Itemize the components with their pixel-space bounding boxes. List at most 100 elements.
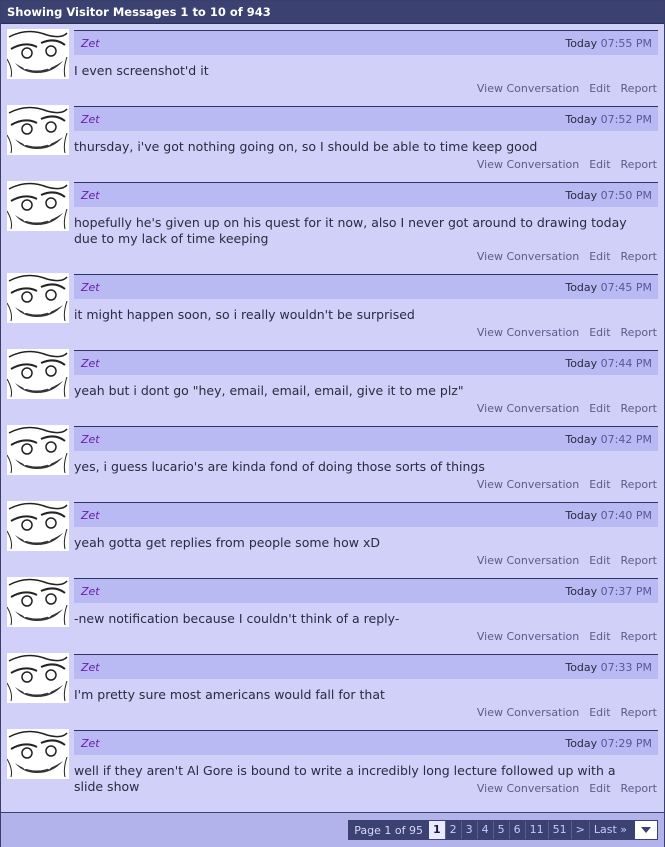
timestamp: Today 07:33 PM [565,661,652,674]
avatar[interactable] [7,425,69,475]
message-text: yes, i guess lucario's are kinda fond of… [74,459,485,474]
report-link[interactable]: Report [621,82,657,95]
edit-link[interactable]: Edit [589,478,610,491]
avatar[interactable] [7,729,69,779]
edit-link[interactable]: Edit [589,326,610,339]
message-item: Zet Today 07:29 PM well if they aren't A… [1,724,664,800]
message-item: Zet Today 07:42 PM yes, i guess lucario'… [1,420,664,496]
report-link[interactable]: Report [621,158,657,171]
time-label: 07:40 PM [600,509,652,522]
page-link[interactable]: 51 [547,821,571,839]
username-link[interactable]: Zet [81,661,100,674]
avatar[interactable] [7,349,69,399]
timestamp: Today 07:45 PM [565,281,652,294]
view-conversation-link[interactable]: View Conversation [477,326,579,339]
page-link[interactable]: 6 [508,821,525,839]
avatar[interactable] [7,273,69,323]
timestamp: Today 07:52 PM [565,113,652,126]
avatar[interactable] [7,577,69,627]
message-text: yeah but i dont go "hey, email, email, e… [74,383,464,398]
view-conversation-link[interactable]: View Conversation [477,158,579,171]
view-conversation-link[interactable]: View Conversation [477,706,579,719]
view-conversation-link[interactable]: View Conversation [477,554,579,567]
time-label: 07:52 PM [600,113,652,126]
page-link-current[interactable]: 1 [428,821,445,839]
message-text: I'm pretty sure most americans would fal… [74,687,385,702]
avatar-sketch-icon [7,273,69,323]
edit-link[interactable]: Edit [589,158,610,171]
message-item: Zet Today 07:55 PM I even screenshot'd i… [1,24,664,100]
date-label: Today [565,357,598,370]
message-meta: Zet Today 07:50 PM [74,182,658,207]
username-link[interactable]: Zet [81,113,100,126]
avatar-sketch-icon [7,729,69,779]
page-link[interactable]: 2 [444,821,461,839]
page-link[interactable]: 11 [524,821,548,839]
username-link[interactable]: Zet [81,433,100,446]
time-label: 07:42 PM [600,433,652,446]
message-actions: View Conversation Edit Report [467,158,657,171]
message-actions: View Conversation Edit Report [467,250,657,263]
page-link[interactable]: 3 [460,821,477,839]
avatar[interactable] [7,181,69,231]
pagination: Page 1 of 95 1 2 3 4 5 6 11 51 > Last » [348,820,658,840]
page-menu-dropdown-icon[interactable] [635,821,657,839]
view-conversation-link[interactable]: View Conversation [477,402,579,415]
date-label: Today [565,433,598,446]
report-link[interactable]: Report [621,630,657,643]
edit-link[interactable]: Edit [589,706,610,719]
next-page-link[interactable]: > [570,821,589,839]
message-actions: View Conversation Edit Report [467,402,657,415]
username-link[interactable]: Zet [81,281,100,294]
report-link[interactable]: Report [621,706,657,719]
view-conversation-link[interactable]: View Conversation [477,250,579,263]
avatar[interactable] [7,501,69,551]
username-link[interactable]: Zet [81,37,100,50]
view-conversation-link[interactable]: View Conversation [477,82,579,95]
edit-link[interactable]: Edit [589,250,610,263]
time-label: 07:45 PM [600,281,652,294]
message-actions: View Conversation Edit Report [467,782,657,795]
username-link[interactable]: Zet [81,357,100,370]
message-text: I even screenshot'd it [74,63,209,78]
report-link[interactable]: Report [621,326,657,339]
timestamp: Today 07:37 PM [565,585,652,598]
message-item: Zet Today 07:37 PM -new notification bec… [1,572,664,648]
visitor-messages-panel: Showing Visitor Messages 1 to 10 of 943 … [0,0,665,847]
message-actions: View Conversation Edit Report [467,554,657,567]
username-link[interactable]: Zet [81,585,100,598]
report-link[interactable]: Report [621,782,657,795]
message-actions: View Conversation Edit Report [467,706,657,719]
page-link[interactable]: 5 [492,821,509,839]
date-label: Today [565,113,598,126]
edit-link[interactable]: Edit [589,782,610,795]
avatar[interactable] [7,105,69,155]
report-link[interactable]: Report [621,554,657,567]
view-conversation-link[interactable]: View Conversation [477,782,579,795]
username-link[interactable]: Zet [81,189,100,202]
message-meta: Zet Today 07:44 PM [74,350,658,375]
page-link[interactable]: 4 [476,821,493,839]
time-label: 07:29 PM [600,737,652,750]
username-link[interactable]: Zet [81,509,100,522]
report-link[interactable]: Report [621,402,657,415]
date-label: Today [565,281,598,294]
avatar[interactable] [7,653,69,703]
username-link[interactable]: Zet [81,737,100,750]
last-page-link[interactable]: Last » [588,821,631,839]
report-link[interactable]: Report [621,478,657,491]
time-label: 07:33 PM [600,661,652,674]
avatar[interactable] [7,29,69,79]
edit-link[interactable]: Edit [589,630,610,643]
view-conversation-link[interactable]: View Conversation [477,478,579,491]
view-conversation-link[interactable]: View Conversation [477,630,579,643]
edit-link[interactable]: Edit [589,402,610,415]
message-item: Zet Today 07:50 PM hopefully he's given … [1,176,664,268]
message-actions: View Conversation Edit Report [467,630,657,643]
edit-link[interactable]: Edit [589,554,610,567]
edit-link[interactable]: Edit [589,82,610,95]
message-actions: View Conversation Edit Report [467,326,657,339]
report-link[interactable]: Report [621,250,657,263]
date-label: Today [565,189,598,202]
message-text: -new notification because I couldn't thi… [74,611,400,626]
